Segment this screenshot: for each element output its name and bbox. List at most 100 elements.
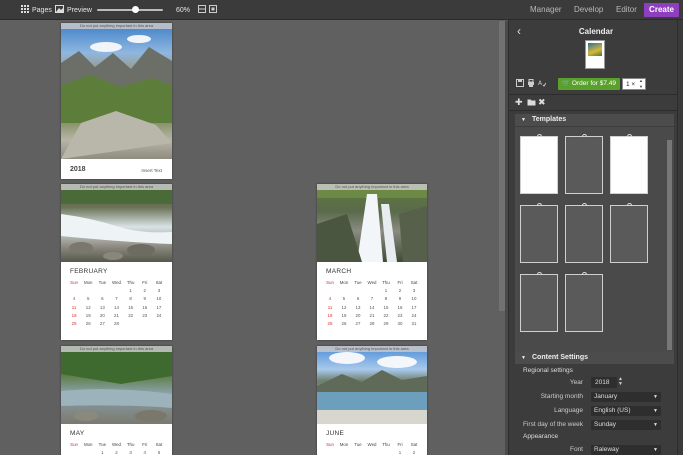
order-button[interactable]: 🛒 Order for $7.49 <box>558 78 620 90</box>
starting-month-select[interactable]: January ▼ <box>591 392 661 402</box>
zoom-slider-handle[interactable] <box>132 6 139 13</box>
page-canvas[interactable]: Do not put anything important in this ar… <box>0 21 499 455</box>
calendar-day: 17 <box>411 304 417 310</box>
fit-page-button[interactable] <box>209 0 217 20</box>
font-select[interactable]: Raleway ▼ <box>591 445 661 455</box>
safe-area-warning: Do not put anything important in this ar… <box>317 184 427 190</box>
calendar-day: 8 <box>129 296 132 302</box>
cover-photo[interactable] <box>61 23 172 159</box>
calendar-day: 28 <box>369 320 375 326</box>
month-title: FEBRUARY <box>70 268 108 275</box>
cover-insert-text[interactable]: Insert Text <box>141 168 162 173</box>
calendar-day <box>95 288 109 293</box>
template-option[interactable] <box>610 134 648 194</box>
calendar-day <box>337 288 351 293</box>
panel-edge-bar <box>677 20 683 455</box>
month-title: MAY <box>70 430 85 437</box>
template-option[interactable] <box>565 272 603 332</box>
calendar-day <box>337 450 351 455</box>
weekday-header: Thu <box>126 280 135 285</box>
calendar-day: 19 <box>341 312 347 318</box>
calendar-day: 21 <box>369 312 375 318</box>
calendar-day <box>81 288 95 293</box>
templates-section-header[interactable]: ▼ Templates <box>515 114 674 126</box>
language-label: Language <box>554 407 583 414</box>
first-day-select[interactable]: Sunday ▼ <box>591 420 661 430</box>
calendar-day <box>67 450 81 455</box>
calendar-day: 7 <box>115 296 118 302</box>
weekday-header: Wed <box>367 442 377 447</box>
folder-icon[interactable] <box>527 98 536 108</box>
calendar-day: 15 <box>128 304 134 310</box>
template-option[interactable] <box>565 203 603 263</box>
may-photo[interactable] <box>61 346 172 424</box>
pages-toggle[interactable]: Pages <box>21 0 52 20</box>
mode-manager[interactable]: Manager <box>530 0 562 20</box>
content-settings-header[interactable]: ▼ Content Settings <box>515 352 674 364</box>
calendar-day: 25 <box>71 320 77 326</box>
weekday-header: Thu <box>382 442 390 447</box>
calendar-day: 13 <box>99 304 105 310</box>
calendar-day: 23 <box>142 312 148 318</box>
weekday-header: Wed <box>367 280 377 285</box>
order-label: Order for $7.49 <box>571 80 616 87</box>
zoom-slider[interactable] <box>97 9 163 11</box>
font-value: Raleway <box>594 446 619 453</box>
mode-editor[interactable]: Editor <box>616 0 637 20</box>
fit-width-button[interactable] <box>198 0 206 20</box>
weekday-header: Mon <box>339 442 349 447</box>
calendar-page-june[interactable]: Do not put anything important in this ar… <box>317 346 427 455</box>
collapse-caret-icon: ▼ <box>521 117 526 123</box>
template-option[interactable] <box>565 134 603 194</box>
language-select[interactable]: English (US) ▼ <box>591 406 661 416</box>
dropdown-arrow-icon: ▼ <box>653 422 658 428</box>
cart-icon: 🛒 <box>562 80 572 87</box>
calendar-day: 14 <box>114 304 119 310</box>
template-option[interactable] <box>520 203 558 263</box>
weekday-header: Tue <box>354 442 362 447</box>
divider <box>509 110 683 111</box>
calendar-day: 18 <box>327 312 333 318</box>
add-icon[interactable]: ✚ <box>515 98 523 107</box>
mode-develop[interactable]: Develop <box>574 0 603 20</box>
calendar-page-may[interactable]: Do not put anything important in this ar… <box>61 346 172 455</box>
binding-ring-icon <box>582 203 587 206</box>
calendar-day <box>109 288 123 293</box>
calendar-page-cover[interactable]: Do not put anything important in this ar… <box>61 23 172 179</box>
weekday-header: Sat <box>410 442 418 447</box>
calendar-page-march[interactable]: Do not put anything important in this ar… <box>317 184 427 340</box>
cover-year[interactable]: 2018 <box>70 166 86 173</box>
calendar-day: 2 <box>115 450 118 455</box>
calendar-day: 2 <box>143 288 146 294</box>
calendar-day: 16 <box>397 304 403 310</box>
print-icon[interactable] <box>527 79 535 89</box>
template-option[interactable] <box>610 203 648 263</box>
weekday-header: Fri <box>397 442 403 447</box>
calendar-day: 10 <box>156 296 162 302</box>
year-spin-icon[interactable]: ▲ ▼ <box>618 377 623 387</box>
template-option[interactable] <box>520 272 558 332</box>
year-field[interactable]: 2018 <box>591 377 617 388</box>
first-day-value: Sunday <box>594 421 617 428</box>
weekday-header: Sun <box>70 442 78 447</box>
calendar-day: 8 <box>384 296 388 302</box>
delete-icon[interactable]: ✖ <box>538 98 546 107</box>
calendar-day: 9 <box>398 296 402 302</box>
spellcheck-icon[interactable]: A <box>538 79 547 89</box>
template-option[interactable] <box>520 134 558 194</box>
february-photo[interactable] <box>61 184 172 262</box>
calendar-page-february[interactable]: Do not put anything important in this ar… <box>61 184 172 340</box>
create-button[interactable]: Create <box>644 3 679 17</box>
calendar-day <box>138 321 152 326</box>
calendar-day: 26 <box>341 320 347 326</box>
quantity-spin-icon[interactable]: ▲ ▼ <box>639 78 643 90</box>
templates-scrollbar[interactable] <box>667 140 672 350</box>
save-icon[interactable] <box>516 79 524 89</box>
preview-toggle[interactable]: Preview <box>55 0 92 20</box>
calendar-day: 5 <box>86 296 90 302</box>
weekday-header: Thu <box>126 442 135 447</box>
june-photo[interactable] <box>317 346 427 424</box>
calendar-day: 4 <box>328 296 332 302</box>
march-photo[interactable] <box>317 184 427 262</box>
collapse-caret-icon: ▼ <box>521 355 526 361</box>
